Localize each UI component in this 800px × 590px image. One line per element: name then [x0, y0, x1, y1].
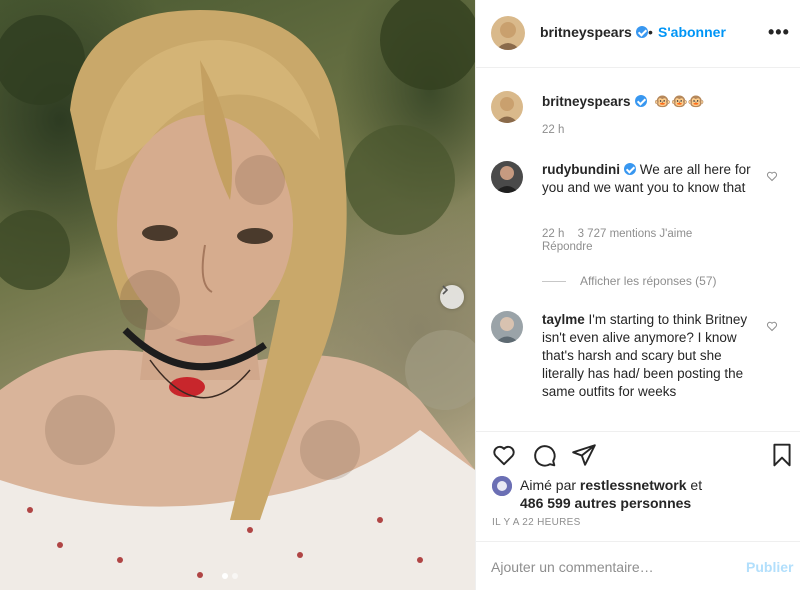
view-replies-button[interactable]: Afficher les réponses (57) — [542, 274, 717, 288]
caption-emoji: 🐵🐵🐵 — [654, 94, 705, 109]
post-username[interactable]: britneyspears — [540, 24, 648, 40]
follow-button[interactable]: S'abonner — [658, 24, 726, 40]
heart-icon[interactable] — [491, 442, 517, 468]
chevron-right-icon — [442, 285, 449, 295]
comment-input[interactable] — [491, 559, 731, 575]
post-header: britneyspears • S'abonner ••• — [476, 0, 800, 68]
comment-meta: 22 h 3 727 mentions J'aime — [542, 228, 692, 240]
comments-list[interactable]: britneyspears 🐵🐵🐵 22 h rudybundini We ar… — [476, 69, 800, 431]
avatar[interactable] — [491, 161, 523, 193]
verified-badge-icon — [624, 163, 636, 175]
add-comment-bar: Publier — [476, 541, 800, 590]
comment-username[interactable]: taylme — [542, 312, 585, 327]
profile-picture — [491, 311, 523, 343]
profile-picture — [491, 161, 523, 193]
replies-divider — [542, 280, 566, 282]
verified-badge-icon — [634, 95, 647, 107]
carousel-indicator — [222, 573, 238, 579]
comment-text: taylme I'm starting to think Britney isn… — [542, 312, 748, 399]
comment-username[interactable]: rudybundini — [542, 162, 620, 177]
share-icon[interactable] — [571, 442, 597, 468]
verified-badge-icon — [635, 26, 648, 38]
avatar[interactable] — [491, 311, 523, 343]
liked-by-user[interactable]: restlessnetwork — [580, 477, 687, 493]
bookmark-icon[interactable] — [769, 442, 795, 468]
publish-button[interactable]: Publier — [746, 559, 793, 575]
profile-picture — [491, 16, 525, 50]
caption-time: 22 h — [542, 124, 565, 136]
heart-icon[interactable] — [766, 170, 778, 182]
liked-by-text: Aimé par restlessnetwork et 486 599 autr… — [520, 477, 703, 511]
avatar[interactable] — [491, 16, 525, 50]
comment-text: rudybundini We are all here for you and … — [542, 162, 751, 195]
carousel-dot-active — [222, 573, 228, 579]
caption-text: britneyspears 🐵🐵🐵 — [542, 93, 782, 111]
profile-picture — [491, 91, 523, 123]
reply-button[interactable]: Répondre — [542, 241, 593, 253]
post-photo[interactable] — [0, 0, 475, 590]
post-sidebar: britneyspears • S'abonner ••• britneyspe… — [475, 0, 800, 590]
comment-time: 22 h — [542, 228, 565, 240]
comment-icon[interactable] — [531, 442, 557, 468]
post-timestamp[interactable]: IL Y A 22 HEURES — [492, 517, 581, 528]
caption-username[interactable]: britneyspears — [542, 94, 631, 109]
profile-picture — [492, 476, 512, 496]
header-separator: • — [648, 24, 653, 40]
avatar[interactable] — [491, 91, 523, 123]
more-options-icon[interactable]: ••• — [768, 22, 790, 43]
comment-likes[interactable]: 3 727 mentions J'aime — [578, 228, 693, 240]
avatar[interactable] — [492, 476, 512, 496]
photo-illustration — [0, 0, 475, 590]
carousel-next-button[interactable] — [440, 285, 464, 309]
carousel-dot — [232, 573, 238, 579]
heart-icon[interactable] — [766, 320, 778, 332]
liked-by-others[interactable]: 486 599 autres personnes — [520, 495, 691, 511]
